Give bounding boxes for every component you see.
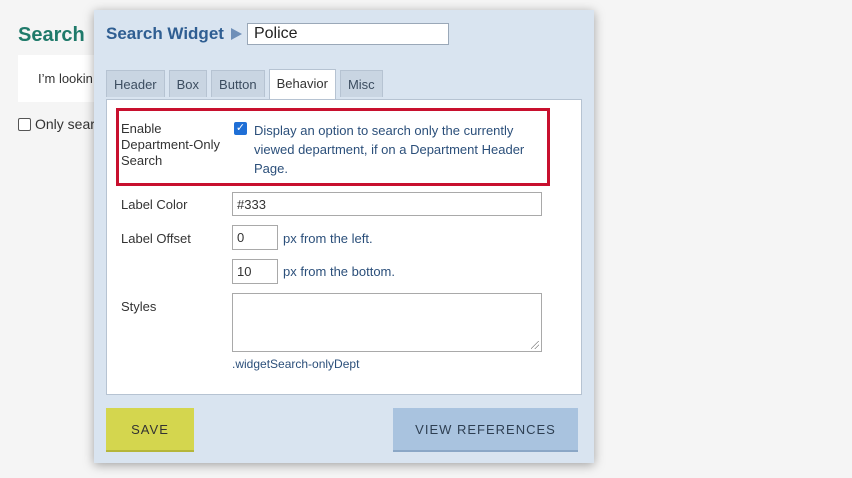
dept-only-label: Enable Department-Only Search	[121, 121, 220, 168]
tab-misc[interactable]: Misc	[339, 70, 383, 97]
save-button[interactable]: SAVE	[106, 408, 194, 452]
dept-only-description: Display an option to search only the cur…	[254, 123, 525, 176]
offset-bottom-suffix: px from the bottom.	[283, 264, 395, 279]
label-offset-label: Label Offset	[121, 231, 191, 246]
dept-only-checkbox[interactable]: ✓	[234, 122, 247, 135]
offset-bottom-input[interactable]	[232, 259, 278, 284]
label-color-input[interactable]	[232, 192, 542, 216]
background-checkbox[interactable]	[18, 117, 31, 131]
behavior-panel: Enable Department-Only Search ✓ Display …	[106, 99, 582, 395]
background-page-title: Search	[18, 24, 85, 46]
background-checkbox-label: Only sear	[35, 116, 95, 132]
styles-textarea[interactable]	[232, 293, 542, 352]
tab-bar: Header Box Button Behavior Misc	[106, 69, 387, 99]
search-widget-dialog: Search Widget Header Box Button Behavior…	[94, 10, 594, 463]
resize-grip-icon[interactable]	[531, 341, 539, 349]
offset-left-input[interactable]	[232, 225, 278, 250]
breadcrumb-arrow-icon	[230, 28, 242, 40]
offset-left-suffix: px from the left.	[283, 231, 373, 246]
tab-behavior[interactable]: Behavior	[268, 69, 336, 99]
dialog-header: Search Widget	[106, 23, 449, 45]
tab-box[interactable]: Box	[168, 70, 208, 97]
styles-hint: .widgetSearch-onlyDept	[232, 357, 360, 371]
label-color-label: Label Color	[121, 197, 188, 212]
tab-button[interactable]: Button	[211, 70, 265, 97]
dialog-title: Search Widget	[106, 24, 224, 43]
background-search-placeholder: I’m lookin	[38, 71, 93, 86]
widget-name-input[interactable]	[246, 23, 449, 45]
styles-label: Styles	[121, 299, 157, 314]
background-only-dept-option[interactable]: Only sear	[18, 116, 95, 132]
view-references-button[interactable]: VIEW REFERENCES	[393, 408, 578, 452]
tab-header[interactable]: Header	[106, 70, 165, 97]
